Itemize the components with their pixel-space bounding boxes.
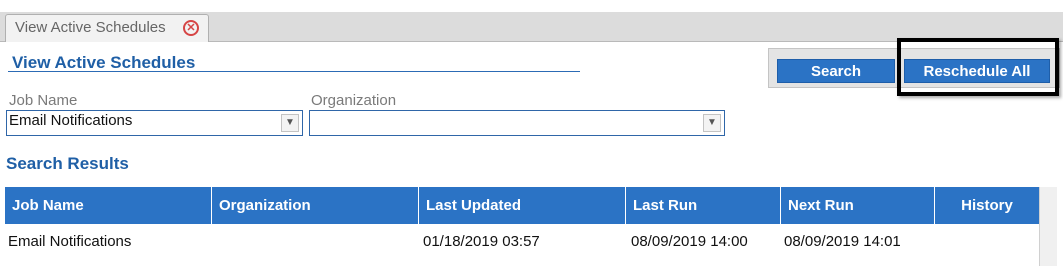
search-results-title: Search Results xyxy=(6,154,129,173)
table-header: Job Name Organization Last Updated Last … xyxy=(5,187,1039,224)
chevron-down-icon[interactable]: ▼ xyxy=(281,114,299,132)
title-divider xyxy=(8,71,580,72)
column-header-next-run[interactable]: Next Run xyxy=(781,187,935,224)
column-header-organization[interactable]: Organization xyxy=(212,187,419,224)
job-name-select[interactable]: Email Notifications ▼ xyxy=(6,110,303,136)
tab-view-active-schedules[interactable]: View Active Schedules ✕ xyxy=(5,14,209,42)
column-header-last-updated[interactable]: Last Updated xyxy=(419,187,626,224)
tab-bar: View Active Schedules ✕ xyxy=(0,12,1063,42)
table-scrollbar[interactable] xyxy=(1039,187,1057,266)
cell-last-run: 08/09/2019 14:00 xyxy=(631,233,748,250)
search-button[interactable]: Search xyxy=(777,59,895,83)
job-name-label: Job Name xyxy=(9,92,78,109)
cell-job-name: Email Notifications xyxy=(8,233,132,250)
column-header-last-run[interactable]: Last Run xyxy=(626,187,781,224)
top-cropped-strip xyxy=(0,0,1063,12)
chevron-down-icon[interactable]: ▼ xyxy=(703,114,721,132)
job-name-value: Email Notifications xyxy=(9,112,133,129)
reschedule-all-button[interactable]: Reschedule All xyxy=(904,59,1050,83)
page-title: View Active Schedules xyxy=(12,53,196,72)
organization-select[interactable]: ▼ xyxy=(309,110,725,136)
column-header-history[interactable]: History xyxy=(935,187,1039,224)
cell-next-run: 08/09/2019 14:01 xyxy=(784,233,901,250)
column-header-job-name[interactable]: Job Name xyxy=(5,187,212,224)
cell-last-updated: 01/18/2019 03:57 xyxy=(423,233,540,250)
close-icon[interactable]: ✕ xyxy=(183,20,199,36)
tab-label: View Active Schedules xyxy=(15,19,166,36)
organization-label: Organization xyxy=(311,92,397,109)
